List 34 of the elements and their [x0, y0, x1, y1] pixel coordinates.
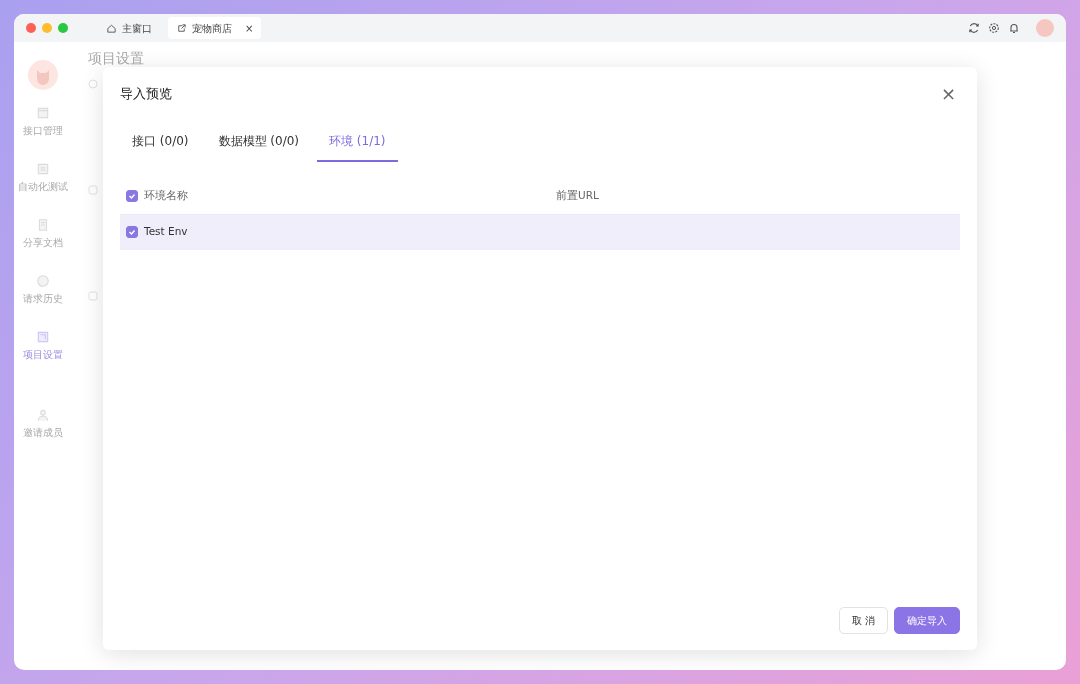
dialog-title: 导入预览: [120, 85, 172, 103]
close-button[interactable]: ×: [936, 85, 960, 104]
confirm-import-button[interactable]: 确定导入: [894, 607, 960, 634]
panel-icon: [36, 330, 50, 344]
page-title: 项目设置: [88, 49, 145, 68]
column-header: 前置URL: [556, 188, 599, 201]
dialog-tab[interactable]: 接口 (0/0): [120, 127, 201, 162]
document-icon: [36, 106, 50, 120]
user-icon: [36, 408, 50, 422]
list-icon: [36, 162, 50, 176]
checkbox[interactable]: [126, 189, 138, 202]
close-window-button[interactable]: [26, 23, 36, 33]
column-header: 环境名称: [144, 187, 188, 203]
database-icon: [88, 291, 98, 301]
dialog-tab[interactable]: 环境 (1/1): [317, 127, 398, 162]
table-row[interactable]: Test Env: [120, 213, 960, 250]
bell-icon[interactable]: [1008, 22, 1020, 34]
sidebar-item[interactable]: 项目设置: [23, 330, 63, 386]
window-tab[interactable]: 主窗口: [98, 17, 160, 39]
checkbox[interactable]: [126, 226, 138, 239]
close-tab-icon[interactable]: ×: [245, 20, 254, 36]
window-tab[interactable]: 宠物商店 ×: [168, 17, 262, 39]
home-icon: [106, 22, 117, 34]
database-icon: [88, 185, 98, 195]
refresh-icon[interactable]: [968, 22, 980, 34]
cancel-button[interactable]: 取 消: [838, 607, 888, 634]
checkmark-icon: [128, 191, 136, 200]
app-logo-icon: [28, 60, 58, 90]
zoom-button[interactable]: [58, 23, 68, 33]
checkmark-icon: [128, 228, 136, 237]
dialog-tab[interactable]: 数据模型 (0/0): [206, 127, 311, 162]
link-icon: [176, 22, 187, 34]
document-icon: [36, 218, 50, 232]
table-cell-text: Test Env: [144, 224, 188, 240]
